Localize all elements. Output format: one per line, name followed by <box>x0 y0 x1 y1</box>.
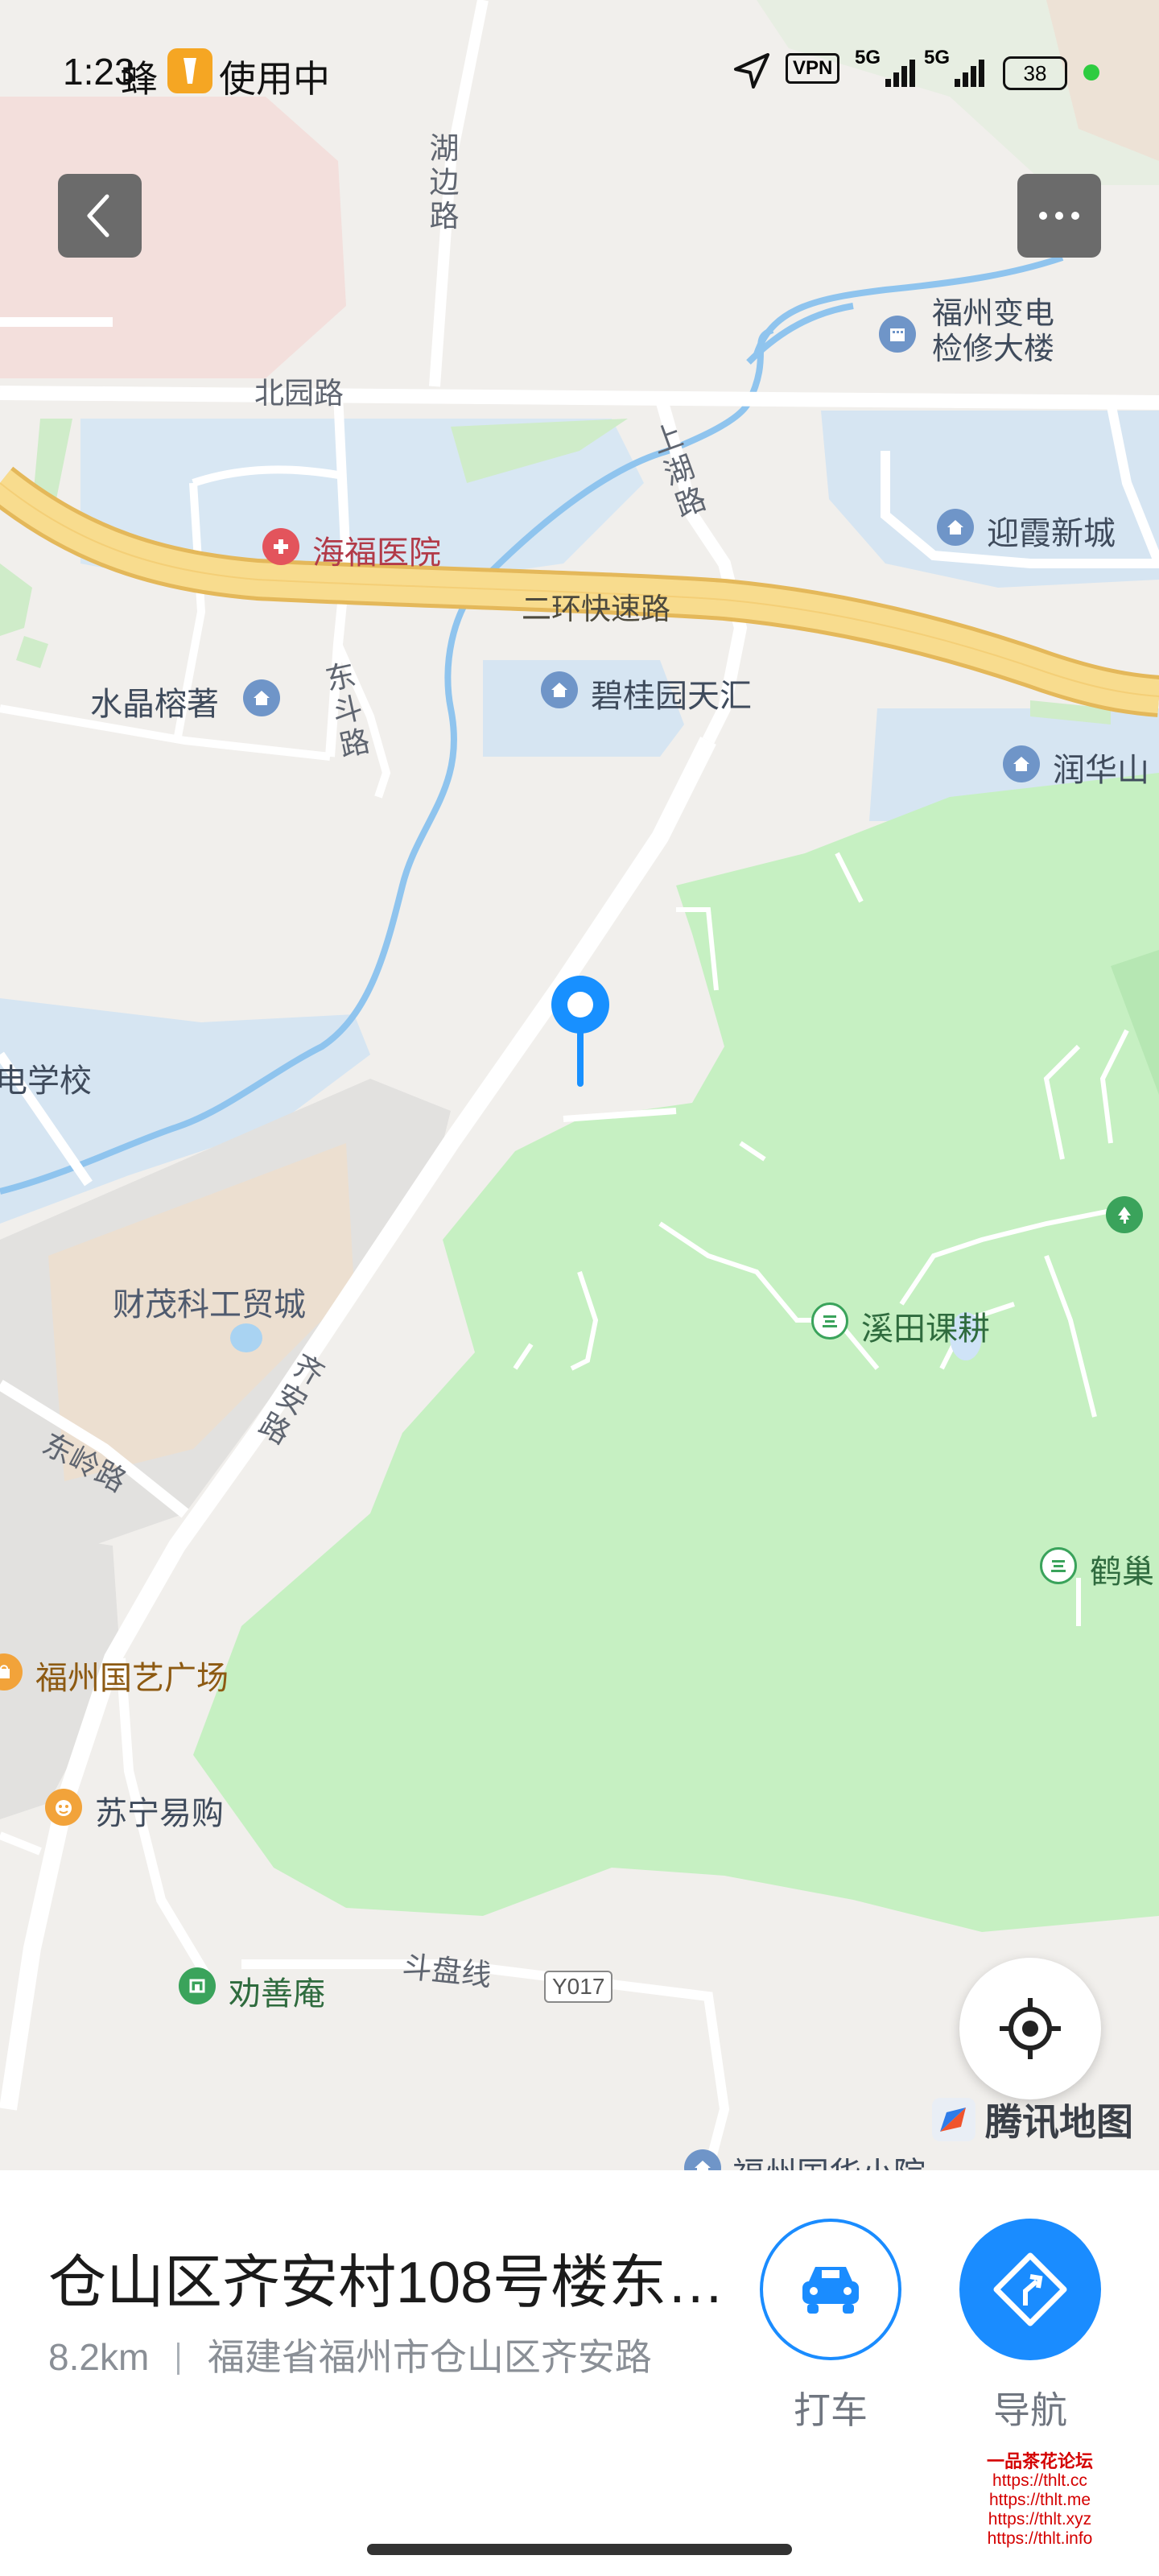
more-options-button[interactable] <box>1017 174 1101 258</box>
residential-icon[interactable] <box>1003 745 1040 782</box>
forum-url: https://thlt.me <box>988 2491 1091 2509</box>
place-distance: 8.2km <box>48 2336 150 2378</box>
road-label-erhuan: 二环快速路 <box>522 592 670 625</box>
place-subtitle: 8.2km 福建省福州市仓山区齐安路 <box>48 2328 652 2381</box>
poi-label-guohua: 福州国华小院 <box>732 2148 926 2170</box>
place-title[interactable]: 仓山区齐安村108号楼东… <box>48 2235 740 2319</box>
forum-url: https://thlt.info <box>987 2529 1093 2548</box>
forum-url: https://thlt.xyz <box>988 2510 1092 2529</box>
forum-url: https://thlt.cc <box>992 2471 1087 2490</box>
poi-label-hechao[interactable]: 鹤巢 <box>1090 1546 1154 1592</box>
residential-icon[interactable] <box>937 509 974 546</box>
taxi-button[interactable] <box>760 2219 901 2360</box>
poi-label-school[interactable]: 电学校 <box>0 1055 92 1101</box>
navigate-action[interactable]: 导航 <box>959 2219 1101 2434</box>
place-info-panel: 仓山区齐安村108号楼东… 8.2km 福建省福州市仓山区齐安路 打车 导航 一… <box>0 2170 1159 2576</box>
battery-indicator: 38 <box>1003 56 1067 90</box>
navigation-route-icon <box>993 2252 1067 2326</box>
taxi-label[interactable]: 打车 <box>794 2381 868 2434</box>
road-badge-y017: Y017 <box>544 1971 613 2003</box>
poi-label-yingxia[interactable]: 迎霞新城 <box>987 507 1116 554</box>
location-arrow-icon <box>734 53 769 89</box>
car-icon <box>802 2267 859 2314</box>
active-dot-icon <box>1083 64 1099 80</box>
poi-label-xitian[interactable]: 溪田课耕 <box>861 1302 990 1349</box>
navigate-label[interactable]: 导航 <box>993 2381 1067 2434</box>
road-label-hubian: 湖边路 <box>429 132 460 233</box>
taxi-action[interactable]: 打车 <box>760 2219 901 2434</box>
tencent-map-logo-icon <box>932 2098 975 2141</box>
poi-label-caimao[interactable]: 财茂科工贸城 <box>113 1278 306 1325</box>
place-address: 福建省福州市仓山区齐安路 <box>207 2336 652 2378</box>
poi-label-guoyi[interactable]: 福州国艺广场 <box>35 1652 229 1699</box>
back-button[interactable] <box>58 174 142 258</box>
poi-label-shuijing[interactable]: 水晶榕著 <box>90 678 219 724</box>
separator <box>177 2343 180 2375</box>
flashlight-icon <box>167 48 212 93</box>
tencent-map-brand: 腾讯地图 <box>929 2093 1133 2146</box>
residential-icon[interactable] <box>243 679 280 716</box>
status-notification-text: 蜂 <box>121 58 158 100</box>
status-in-use-text: 使用中 <box>219 58 330 100</box>
tree-icon[interactable] <box>1106 1196 1143 1233</box>
home-indicator[interactable] <box>367 2544 792 2555</box>
scenic-spot-icon[interactable] <box>811 1302 848 1340</box>
map-view[interactable]: 北园路 二环快速路 东岭路 斗盘线 Y017 湖边路 上湖路 东斗路 齐安路 福… <box>0 0 1159 2170</box>
target-crosshair-icon <box>1000 1998 1061 2059</box>
navigate-button[interactable] <box>959 2219 1101 2360</box>
brand-text: 腾讯地图 <box>985 2101 1133 2143</box>
suning-logo-icon[interactable] <box>45 1789 82 1826</box>
poi-label-haifu[interactable]: 海福医院 <box>312 526 441 573</box>
chevron-left-icon <box>87 194 109 237</box>
hospital-icon[interactable] <box>262 528 299 565</box>
location-pin-icon[interactable] <box>544 969 617 1090</box>
forum-watermark: 一品茶花论坛 https://thlt.cc https://thlt.me h… <box>975 2452 1104 2549</box>
residential-icon[interactable] <box>541 671 578 708</box>
poi-label-runhua[interactable]: 润华山 <box>1053 744 1149 791</box>
more-dots-icon <box>1039 212 1079 220</box>
signal-bars-icon-2 <box>955 60 984 87</box>
forum-watermark-title: 一品茶花论坛 <box>986 2451 1093 2471</box>
vpn-badge: VPN <box>786 53 840 84</box>
poi-label-biguiyuan[interactable]: 碧桂园天汇 <box>591 670 752 716</box>
locate-me-button[interactable] <box>959 1958 1101 2099</box>
status-bar: 1:23 蜂 使用中 VPN 5G 5G 38 <box>0 0 1159 145</box>
scenic-spot-icon[interactable] <box>1040 1547 1077 1584</box>
poi-label-fuzhou-power[interactable]: 福州变电 检修大楼 <box>932 296 1054 367</box>
poi-label-suning[interactable]: 苏宁易购 <box>95 1787 224 1834</box>
signal-bars-icon-1 <box>885 60 915 87</box>
temple-icon[interactable] <box>179 1967 216 2004</box>
poi-label-quanshan[interactable]: 劝善庵 <box>229 1967 325 2014</box>
road-label-doupan: 斗盘线 <box>400 1950 493 1992</box>
road-label-beiyuan: 北园路 <box>254 377 344 410</box>
office-building-icon[interactable] <box>879 316 916 353</box>
